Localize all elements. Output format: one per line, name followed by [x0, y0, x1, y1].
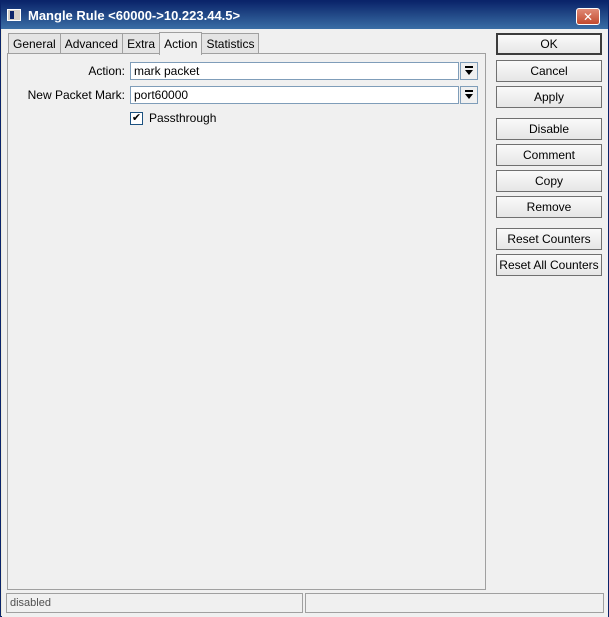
window-title: Mangle Rule <60000->10.223.44.5> — [28, 8, 241, 23]
checkmark-icon: ✔ — [131, 111, 142, 124]
apply-button[interactable]: Apply — [496, 86, 602, 108]
new-packet-mark-dropdown-button[interactable] — [460, 86, 478, 104]
passthrough-row: ✔ Passthrough — [130, 110, 216, 126]
status-bar: disabled — [6, 593, 604, 613]
tab-bar: General Advanced Extra Action Statistics — [8, 32, 260, 55]
tab-advanced[interactable]: Advanced — [59, 33, 124, 54]
comment-button[interactable]: Comment — [496, 144, 602, 166]
tab-action[interactable]: Action — [159, 32, 203, 55]
status-cell-right — [305, 593, 604, 613]
tab-label: Action — [164, 37, 198, 51]
dialog-client: General Advanced Extra Action Statistics… — [2, 29, 608, 617]
window-icon — [7, 9, 21, 21]
disable-button[interactable]: Disable — [496, 118, 602, 140]
action-select[interactable]: mark packet — [130, 62, 459, 80]
new-packet-mark-input[interactable]: port60000 — [130, 86, 459, 104]
new-packet-mark-row: New Packet Mark: port60000 — [8, 86, 485, 104]
passthrough-label[interactable]: Passthrough — [149, 111, 216, 125]
tab-label: Advanced — [64, 37, 119, 51]
copy-button[interactable]: Copy — [496, 170, 602, 192]
tab-statistics[interactable]: Statistics — [201, 33, 260, 54]
dropdown-arrow-icon — [465, 66, 473, 75]
tab-label: Extra — [127, 37, 156, 51]
close-icon: ✕ — [582, 9, 594, 24]
dropdown-arrow-icon — [465, 90, 473, 99]
status-text: disabled — [6, 593, 303, 613]
tab-extra[interactable]: Extra — [122, 33, 161, 54]
action-row: Action: mark packet — [8, 62, 485, 80]
close-button[interactable]: ✕ — [576, 8, 600, 25]
reset-counters-button[interactable]: Reset Counters — [496, 228, 602, 250]
tab-label: Statistics — [206, 37, 255, 51]
passthrough-checkbox[interactable]: ✔ — [130, 111, 143, 125]
reset-all-counters-button[interactable]: Reset All Counters — [496, 254, 602, 276]
mangle-rule-window: Mangle Rule <60000->10.223.44.5> ✕ Gener… — [0, 0, 609, 617]
remove-button[interactable]: Remove — [496, 196, 602, 218]
ok-button[interactable]: OK — [496, 33, 602, 55]
action-panel: Action: mark packet New Packet Mark: por… — [7, 53, 486, 590]
tab-label: General — [13, 37, 56, 51]
cancel-button[interactable]: Cancel — [496, 60, 602, 82]
action-label: Action: — [88, 64, 125, 78]
tab-general[interactable]: General — [8, 33, 61, 54]
action-dropdown-button[interactable] — [460, 62, 478, 80]
new-packet-mark-label: New Packet Mark: — [27, 88, 125, 102]
title-bar[interactable]: Mangle Rule <60000->10.223.44.5> ✕ — [1, 1, 608, 29]
